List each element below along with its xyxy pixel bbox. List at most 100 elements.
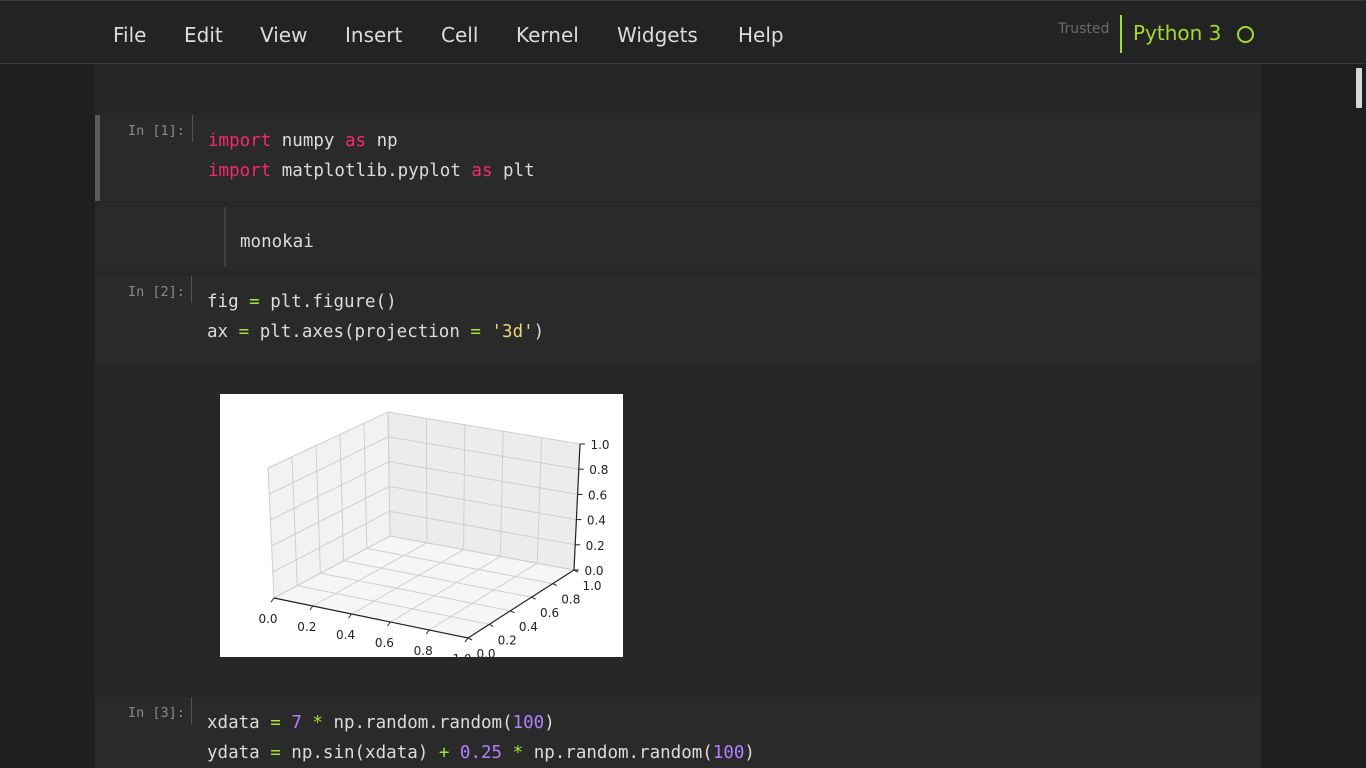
y-tick-label: 1.0 (582, 579, 601, 593)
prompt-divider (191, 276, 192, 303)
code-token: plt.figure() (259, 292, 397, 312)
z-tick-label: 1.0 (590, 438, 609, 452)
code-token: plt (492, 161, 535, 181)
y-tick (467, 637, 473, 641)
y-tick-label: 0.8 (561, 593, 580, 607)
code-token: fig (207, 292, 250, 312)
x-tick-label: 0.2 (297, 620, 316, 634)
z-tick-label: 0.6 (588, 488, 607, 502)
code-token: as (344, 131, 367, 151)
code-token: 0.25 (459, 743, 503, 763)
output-text: monokai (240, 232, 314, 252)
code-line[interactable]: import matplotlib.pyplot as plt (208, 160, 535, 182)
input-prompt: In [3]: (128, 705, 185, 721)
code-line[interactable]: fig = plt.figure() (207, 291, 397, 313)
x-tick-label: 0.6 (375, 636, 394, 650)
code-token: plt.axes(projection (249, 322, 471, 342)
code-token: * (312, 713, 323, 733)
code-cell-2[interactable]: In [2]: fig = plt.figure() ax = plt.axes… (95, 276, 1261, 362)
x-tick-label: 0.8 (414, 644, 433, 657)
menu-file[interactable]: File (113, 22, 146, 48)
code-cell-1[interactable]: In [1]: import numpy as np import matplo… (95, 115, 1261, 201)
x-tick (386, 621, 391, 627)
code-cell-3[interactable]: In [3]: xdata = 7 * np.random.random(100… (95, 697, 1261, 768)
kernel-idle-icon (1237, 26, 1254, 43)
code-token: ) (544, 713, 555, 733)
code-token: = (470, 322, 481, 342)
x-tick-label: 0.4 (336, 628, 355, 642)
prompt-divider (192, 115, 193, 142)
code-token: ) (533, 322, 545, 342)
code-token: = (270, 713, 281, 733)
code-token: np.random.random( (523, 743, 713, 763)
code-token: = (249, 292, 260, 312)
code-token: np (366, 131, 398, 151)
code-token: np.sin(xdata) (280, 743, 439, 763)
y-tick-label: 0.0 (476, 647, 495, 657)
code-token: 100 (512, 713, 545, 733)
menu-widgets[interactable]: Widgets (617, 22, 698, 48)
code-line[interactable]: ydata = np.sin(xdata) + 0.25 * np.random… (207, 742, 755, 764)
input-prompt: In [2]: (128, 284, 185, 300)
code-token: matplotlib.pyplot (271, 161, 472, 181)
code-token: import (208, 131, 272, 151)
code-token: as (471, 161, 493, 181)
menu-kernel[interactable]: Kernel (516, 22, 579, 48)
menu-edit[interactable]: Edit (184, 22, 223, 48)
menu-cell[interactable]: Cell (441, 22, 478, 48)
z-tick-label: 0.8 (589, 463, 608, 477)
code-token: ydata (207, 743, 271, 763)
code-token: + (438, 743, 450, 763)
code-token: = (238, 322, 250, 342)
output-divider (224, 207, 226, 267)
menubar: File Edit View Insert Cell Kernel Widget… (0, 0, 1366, 64)
code-token: ) (744, 743, 755, 763)
x-tick-label: 0.0 (258, 612, 277, 626)
code-token: = (270, 743, 281, 763)
x-tick (270, 597, 275, 603)
menu-view[interactable]: View (260, 22, 307, 48)
code-token: 100 (712, 743, 745, 763)
y-tick (531, 596, 536, 600)
scrollbar-thumb[interactable] (1356, 68, 1362, 108)
code-token: import (208, 161, 272, 181)
code-token: 7 (291, 713, 302, 733)
y-tick-label: 0.2 (498, 633, 517, 647)
kernel-separator (1120, 15, 1122, 53)
code-token: '3d' (491, 322, 534, 342)
menu-insert[interactable]: Insert (345, 22, 402, 48)
x-tick (425, 629, 430, 635)
x-tick-label: 1.0 (452, 652, 471, 657)
code-token: numpy (271, 131, 345, 151)
y-tick-label: 0.4 (519, 620, 538, 634)
figure-3d-axes: 0.00.20.40.60.81.00.00.20.40.60.81.00.00… (220, 394, 623, 666)
code-line[interactable]: import numpy as np (208, 130, 398, 152)
x-tick (309, 605, 314, 611)
y-tick-label: 0.6 (540, 606, 559, 620)
output-area-1: monokai (95, 207, 1261, 269)
kernel-name[interactable]: Python 3 (1133, 21, 1221, 45)
x-tick (464, 637, 469, 643)
z-tick-label: 0.0 (584, 564, 603, 578)
code-token: xdata (207, 713, 271, 733)
code-token: np.random.random( (322, 713, 513, 733)
y-tick (552, 583, 558, 587)
x-tick (348, 613, 353, 619)
chart-svg: 0.00.20.40.60.81.00.00.20.40.60.81.00.00… (258, 411, 610, 666)
code-line[interactable]: ax = plt.axes(projection = '3d') (207, 321, 544, 343)
code-token: ax (207, 322, 239, 342)
trusted-indicator[interactable]: Trusted (1058, 21, 1109, 37)
menu-help[interactable]: Help (738, 22, 784, 48)
z-tick-label: 0.4 (587, 514, 606, 528)
prompt-divider (191, 697, 192, 724)
y-tick (488, 623, 494, 627)
input-prompt: In [1]: (128, 123, 185, 139)
code-line[interactable]: xdata = 7 * np.random.random(100) (207, 712, 555, 734)
z-tick-label: 0.2 (586, 539, 605, 553)
code-token: * (512, 743, 524, 763)
